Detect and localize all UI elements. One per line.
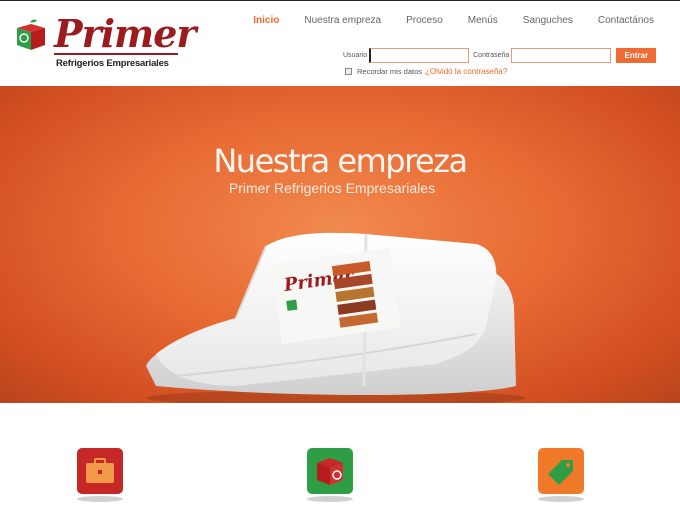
briefcase-icon xyxy=(86,458,114,483)
briefcase-feature-shadow xyxy=(77,496,123,502)
hero-subtitle: Primer Refrigerios Empresariales xyxy=(228,180,436,196)
password-label: Contraseña xyxy=(473,51,510,59)
site-header: Primer Refrigerios Empresariales Inicio … xyxy=(0,0,680,86)
login-submit-button[interactable]: Entrar xyxy=(616,47,657,63)
nav-item-menus[interactable]: Menús xyxy=(468,15,498,26)
forgot-password-link[interactable]: ¿Olvidó la contraseña? xyxy=(425,67,507,76)
nav-item-sanguches[interactable]: Sanguches xyxy=(523,15,573,26)
nav-item-inicio[interactable]: Inicio xyxy=(253,15,279,26)
username-input[interactable] xyxy=(369,47,470,63)
login-form: Usuario Contraseña Entrar xyxy=(343,46,657,64)
features-section xyxy=(0,403,680,510)
logo-wordmark: Primer xyxy=(54,11,196,56)
remember-checkbox[interactable] xyxy=(345,68,352,75)
main-nav: Inicio Nuestra empreza Proceso Menús San… xyxy=(228,15,654,26)
food-tray-image: Primer xyxy=(146,232,526,403)
brand-logo[interactable]: Primer Refrigerios Empresariales xyxy=(12,11,196,71)
username-label: Usuario xyxy=(343,51,368,59)
briefcase-feature[interactable] xyxy=(77,448,123,494)
tag-feature[interactable] xyxy=(538,448,584,494)
recycle-box-icon xyxy=(317,458,343,485)
tray-label: Primer xyxy=(271,248,401,344)
hero-banner: Nuestra empreza Primer Refrigerios Empre… xyxy=(0,86,680,403)
remember-row: Recordar mis datos ¿Olvidó la contraseña… xyxy=(345,67,507,76)
logo-tagline: Refrigerios Empresariales xyxy=(56,58,169,69)
password-input[interactable] xyxy=(511,47,612,63)
hero-title: Nuestra empreza xyxy=(213,142,468,180)
recycle-feature-shadow xyxy=(307,496,353,502)
recycle-feature[interactable] xyxy=(307,448,353,494)
tag-icon xyxy=(548,460,573,485)
tag-feature-shadow xyxy=(538,496,584,502)
nav-item-proceso[interactable]: Proceso xyxy=(406,15,443,26)
nav-item-contactanos[interactable]: Contactános xyxy=(598,15,654,26)
logo-underline xyxy=(54,53,178,55)
nav-item-nuestra-empreza[interactable]: Nuestra empreza xyxy=(304,15,381,26)
logo-box-icon xyxy=(17,19,45,50)
remember-label: Recordar mis datos xyxy=(357,67,423,76)
